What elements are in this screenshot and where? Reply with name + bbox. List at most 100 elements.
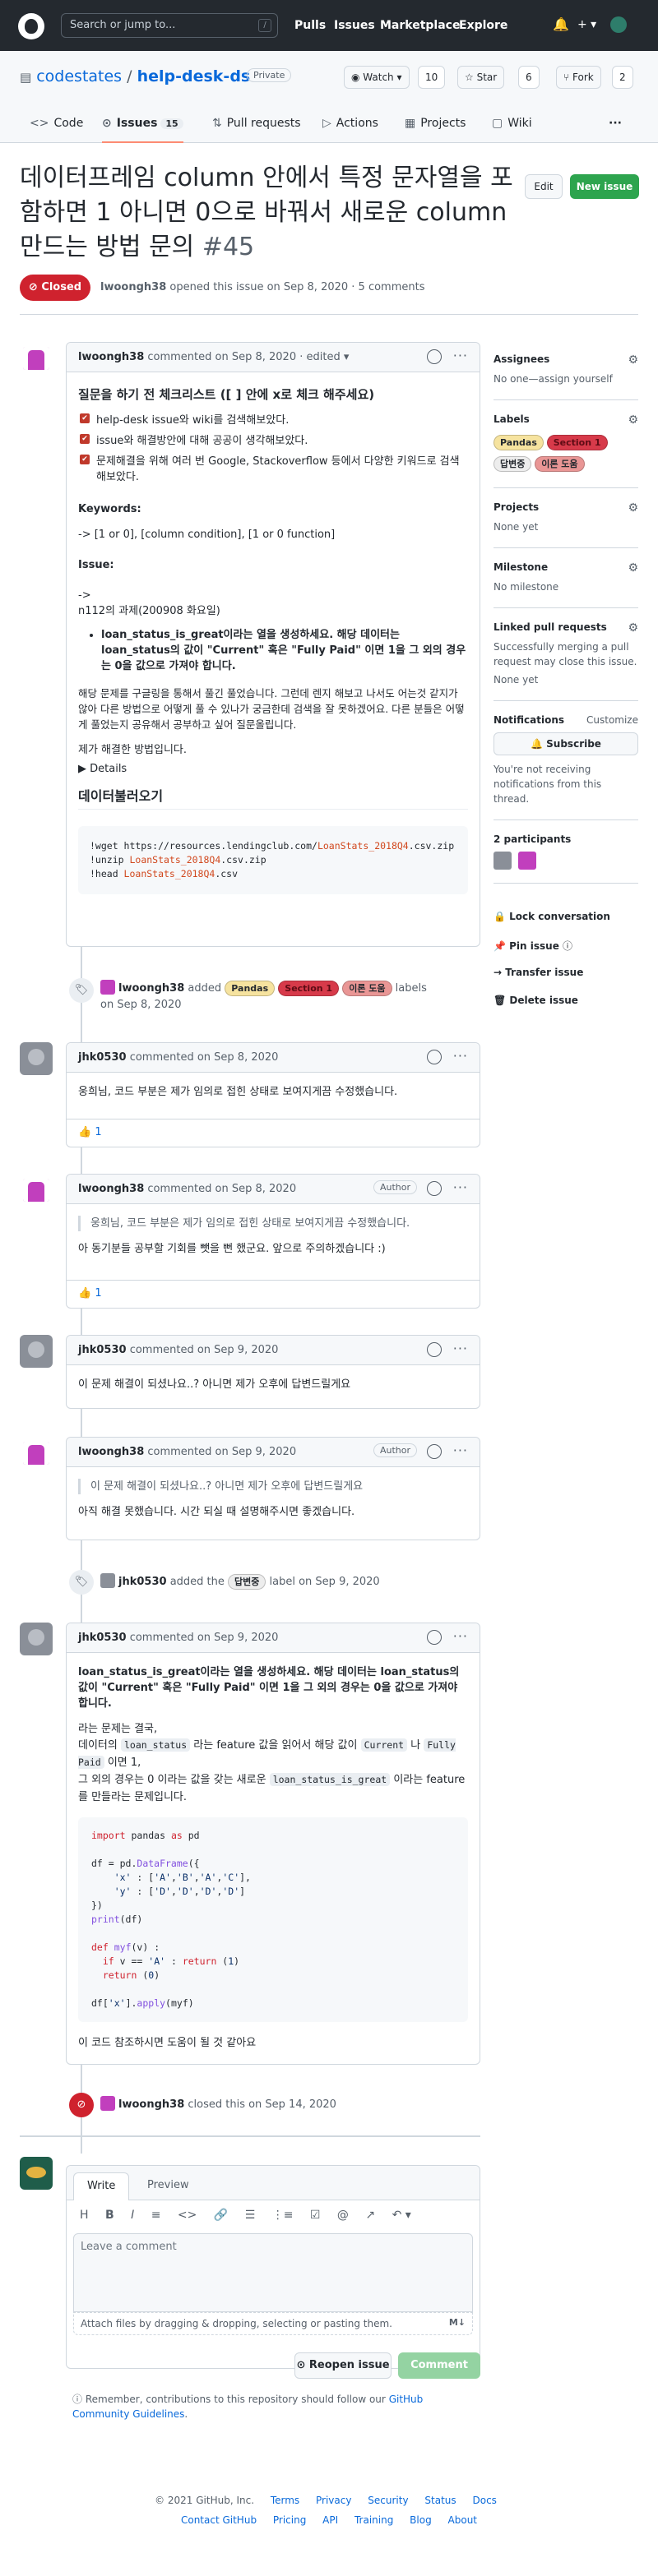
- assignees-title[interactable]: Assignees ⚙: [494, 353, 638, 367]
- checklist-item[interactable]: issue와 해결방안에 대해 공공이 생각해보았다.: [78, 433, 468, 449]
- label-badge[interactable]: 이론 도움: [342, 981, 392, 996]
- avatar[interactable]: [20, 2157, 53, 2190]
- italic-icon[interactable]: I: [131, 2209, 134, 2222]
- footer-link[interactable]: Blog: [410, 2514, 432, 2526]
- assignees-value[interactable]: No one—assign yourself: [494, 372, 638, 386]
- comment-options-icon[interactable]: ···: [453, 1341, 468, 1356]
- comment-options-icon[interactable]: ···: [453, 1180, 468, 1195]
- repo-name-link[interactable]: help-desk-ds: [137, 67, 251, 85]
- new-issue-button[interactable]: New issue: [570, 174, 639, 199]
- tab-code[interactable]: <> Code: [30, 107, 83, 143]
- label-badge[interactable]: 답변중: [494, 456, 532, 472]
- avatar[interactable]: [100, 980, 115, 995]
- comment-author-link[interactable]: lwoongh38: [78, 351, 144, 363]
- add-reaction-icon[interactable]: [427, 1444, 442, 1459]
- comment-author-link[interactable]: lwoongh38: [78, 1446, 144, 1458]
- add-reaction-icon[interactable]: [427, 1630, 442, 1645]
- tab-projects[interactable]: ▦ Projects: [405, 107, 466, 143]
- issue-author-link[interactable]: lwoongh38: [100, 281, 166, 293]
- tab-actions[interactable]: ▷ Actions: [322, 107, 378, 143]
- add-reaction-icon[interactable]: [427, 1050, 442, 1064]
- fork-button[interactable]: ⑂ Fork: [556, 66, 601, 89]
- footer-link[interactable]: Privacy: [316, 2495, 351, 2506]
- heading-icon[interactable]: H: [80, 2209, 89, 2222]
- bold-icon[interactable]: B: [105, 2209, 114, 2222]
- gear-icon[interactable]: ⚙: [628, 561, 638, 575]
- avatar[interactable]: [100, 1573, 115, 1588]
- tab-wiki[interactable]: ▢ Wiki: [492, 107, 532, 143]
- comment-options-icon[interactable]: ···: [453, 348, 468, 363]
- nav-issues[interactable]: Issues: [334, 19, 375, 32]
- details-toggle[interactable]: ▶ Details: [78, 761, 468, 777]
- tab-issues[interactable]: ⊙ Issues 15: [102, 107, 183, 143]
- reopen-issue-button[interactable]: ⊙ Reopen issue: [294, 2352, 392, 2379]
- link-icon[interactable]: 🔗: [214, 2209, 228, 2222]
- milestone-title[interactable]: Milestone ⚙: [494, 561, 638, 575]
- quote-icon[interactable]: ≡: [151, 2209, 161, 2222]
- repo-owner-link[interactable]: codestates: [36, 67, 122, 85]
- watch-button[interactable]: ◉ Watch ▾: [344, 66, 410, 89]
- footer-link[interactable]: About: [448, 2514, 477, 2526]
- avatar[interactable]: [20, 1335, 53, 1368]
- lock-conversation-button[interactable]: 🔒 Lock conversation: [494, 911, 610, 922]
- comment-options-icon[interactable]: ···: [453, 1048, 468, 1064]
- checklist-item[interactable]: 문제해결을 위해 여러 번 Google, Stackoverflow 등에서 …: [78, 454, 468, 485]
- avatar[interactable]: [494, 852, 512, 870]
- event-author-link[interactable]: lwoongh38: [118, 982, 184, 995]
- user-avatar[interactable]: [610, 16, 627, 33]
- event-author-link[interactable]: jhk0530: [118, 1576, 167, 1588]
- avatar[interactable]: [100, 2096, 115, 2111]
- label-badge[interactable]: Section 1: [546, 435, 608, 450]
- nav-marketplace[interactable]: Marketplace: [380, 19, 460, 32]
- linked-prs-title[interactable]: Linked pull requests ⚙: [494, 621, 638, 635]
- gear-icon[interactable]: ⚙: [628, 501, 638, 515]
- projects-title[interactable]: Projects ⚙: [494, 501, 638, 515]
- avatar[interactable]: [20, 1174, 53, 1207]
- footer-link[interactable]: Pricing: [273, 2514, 306, 2526]
- fork-count[interactable]: 2: [612, 66, 633, 89]
- nav-explore[interactable]: Explore: [459, 19, 507, 32]
- footer-link[interactable]: Docs: [472, 2495, 496, 2506]
- delete-issue-button[interactable]: 🗑 Delete issue: [494, 995, 578, 1006]
- pin-issue-button[interactable]: 📌 Pin issue ⓘ: [494, 939, 572, 953]
- search-input[interactable]: Search or jump to... /: [61, 13, 278, 38]
- label-badge[interactable]: Pandas: [494, 435, 544, 450]
- footer-link[interactable]: Terms: [271, 2495, 299, 2506]
- label-badge[interactable]: Section 1: [278, 981, 340, 996]
- avatar[interactable]: [20, 1042, 53, 1075]
- add-reaction-icon[interactable]: [427, 349, 442, 364]
- attach-files-area[interactable]: Attach files by dragging & dropping, sel…: [73, 2312, 473, 2335]
- gear-icon[interactable]: ⚙: [628, 621, 638, 635]
- reaction-thumbs-up[interactable]: 👍 1: [67, 1119, 480, 1147]
- avatar[interactable]: [517, 852, 536, 870]
- unordered-list-icon[interactable]: ☰: [245, 2209, 256, 2222]
- gear-icon[interactable]: ⚙: [628, 353, 638, 367]
- preview-tab[interactable]: Preview: [134, 2172, 202, 2200]
- write-tab[interactable]: Write: [73, 2172, 130, 2200]
- footer-link[interactable]: Security: [368, 2495, 408, 2506]
- comment-options-icon[interactable]: ···: [453, 1628, 468, 1644]
- footer-link[interactable]: Training: [354, 2514, 393, 2526]
- comment-author-link[interactable]: jhk0530: [78, 1632, 127, 1644]
- mention-icon[interactable]: @: [337, 2209, 349, 2222]
- github-logo-icon[interactable]: [18, 13, 44, 39]
- comment-author-link[interactable]: jhk0530: [78, 1344, 127, 1356]
- code-icon[interactable]: <>: [178, 2209, 197, 2222]
- avatar[interactable]: [20, 1437, 53, 1470]
- tab-pull-requests[interactable]: ⇅ Pull requests: [212, 107, 301, 143]
- labels-title[interactable]: Labels ⚙: [494, 413, 638, 427]
- label-badge[interactable]: Pandas: [225, 981, 276, 996]
- customize-link[interactable]: Customize: [586, 714, 638, 726]
- avatar[interactable]: [20, 1623, 53, 1655]
- edit-title-button[interactable]: Edit: [525, 174, 563, 199]
- reply-icon[interactable]: ↶ ▾: [392, 2209, 411, 2222]
- label-badge[interactable]: 답변중: [228, 1574, 266, 1590]
- nav-pulls[interactable]: Pulls: [294, 19, 326, 32]
- footer-link[interactable]: API: [322, 2514, 338, 2526]
- label-badge[interactable]: 이론 도움: [535, 456, 585, 472]
- plus-icon[interactable]: + ▾: [577, 18, 596, 31]
- transfer-issue-button[interactable]: → Transfer issue: [494, 967, 583, 978]
- checklist-item[interactable]: help-desk issue와 wiki를 검색해보았다.: [78, 413, 468, 428]
- subscribe-button[interactable]: 🔔 Subscribe: [494, 732, 638, 755]
- star-button[interactable]: ☆ Star: [457, 66, 505, 89]
